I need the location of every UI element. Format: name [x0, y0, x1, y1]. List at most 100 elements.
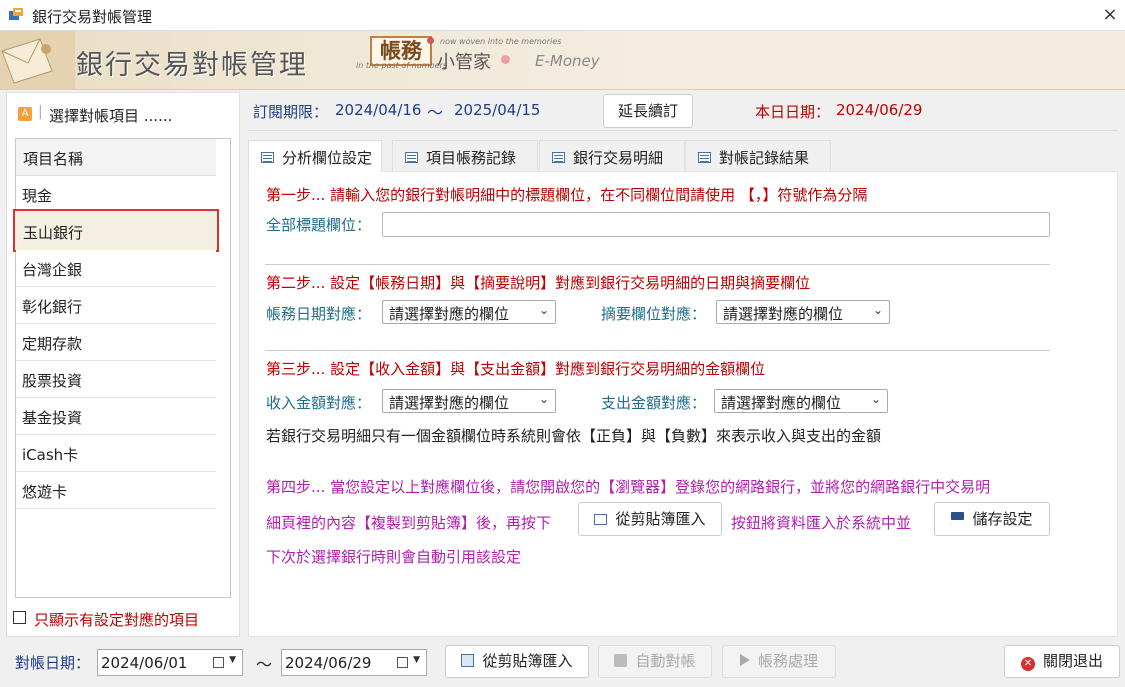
list-item[interactable]: 現金: [16, 176, 216, 213]
logo-tagline: now woven into the memories: [440, 37, 562, 46]
button-label: 帳務處理: [757, 652, 818, 670]
logo-emoney: E-Money: [535, 52, 600, 70]
summary-map-select[interactable]: 請選擇對應的欄位 ⌄: [716, 300, 890, 324]
panel-a-icon: A: [18, 107, 32, 121]
select-value: 請選擇對應的欄位: [723, 305, 844, 323]
calendar-icon: [213, 657, 224, 668]
divider: [265, 350, 1050, 351]
button-label: 從剪貼簿匯入: [482, 652, 573, 670]
step2-text: 第二步... 設定【帳務日期】與【摘要說明】對應到銀行交易明細的日期與摘要欄位: [266, 274, 811, 292]
step4-text-line2: 細頁裡的內容【複製到剪貼簿】後，再按下: [266, 514, 552, 532]
today-value: 2024/06/29: [836, 101, 923, 119]
summary-map-label: 摘要欄位對應：: [601, 305, 707, 323]
button-label: 自動對帳: [635, 652, 696, 670]
chevron-down-icon: ⌄: [872, 303, 883, 317]
only-mapped-checkbox[interactable]: [13, 611, 26, 624]
form-icon: [552, 152, 565, 163]
auto-icon: [614, 654, 628, 667]
button-label: 關閉退出: [1042, 652, 1103, 670]
list-item[interactable]: iCash卡: [16, 435, 216, 472]
list-item-selected[interactable]: 玉山銀行: [13, 209, 219, 252]
all-fields-input[interactable]: [382, 212, 1050, 237]
list-item[interactable]: 定期存款: [16, 324, 216, 361]
form-icon: [261, 152, 274, 163]
calendar-icon: [397, 657, 408, 668]
paste-import-button[interactable]: 從剪貼簿匯入: [578, 502, 722, 536]
only-mapped-label[interactable]: 只顯示有設定對應的項目: [34, 609, 199, 630]
step1-text: 第一步... 請輸入您的銀行對帳明細中的標題欄位，在不同欄位間請使用 【，】符號…: [266, 186, 868, 204]
income-map-label: 收入金額對應：: [266, 394, 372, 412]
list-item[interactable]: 台灣企銀: [16, 250, 216, 287]
save-settings-button[interactable]: 儲存設定: [934, 502, 1050, 536]
exit-button[interactable]: ✕ 關閉退出: [1004, 645, 1120, 678]
tab-label: 銀行交易明細: [573, 149, 664, 167]
chevron-down-icon: ⌄: [538, 303, 549, 317]
date-to-picker[interactable]: 2024/06/29 ▼: [281, 649, 427, 676]
list-item[interactable]: 悠遊卡: [16, 472, 216, 509]
step4-text-line3: 下次於選擇銀行時則會自動引用該設定: [266, 548, 522, 566]
form-icon: [698, 152, 711, 163]
divider: [265, 264, 1050, 265]
logo-tagline-2: in the past of numbers: [356, 61, 447, 70]
date-value: 2024/06/01: [101, 654, 188, 672]
select-value: 請選擇對應的欄位: [721, 394, 842, 412]
button-label: 儲存設定: [972, 510, 1033, 528]
process-button[interactable]: 帳務處理: [722, 645, 836, 678]
list-item[interactable]: 股票投資: [16, 361, 216, 398]
reconcile-date-label: 對帳日期：: [15, 654, 91, 672]
date-tilde: ～: [256, 655, 273, 674]
title-bar: [0, 0, 1125, 31]
auto-reconcile-button[interactable]: 自動對帳: [598, 645, 712, 678]
chevron-down-icon: ▼: [229, 655, 236, 665]
select-value: 請選擇對應的欄位: [389, 394, 510, 412]
expense-map-select[interactable]: 請選擇對應的欄位 ⌄: [714, 389, 888, 413]
list-item[interactable]: 彰化銀行: [16, 287, 216, 324]
date-map-label: 帳務日期對應：: [266, 305, 372, 323]
list-header: 項目名稱: [16, 139, 216, 176]
close-circle-icon: ✕: [1020, 657, 1035, 671]
select-value: 請選擇對應的欄位: [389, 305, 510, 323]
list-item[interactable]: 基金投資: [16, 398, 216, 435]
expense-map-label: 支出金額對應：: [601, 394, 707, 412]
button-label: 從剪貼簿匯入: [615, 510, 706, 528]
banner-title: 銀行交易對帳管理: [76, 50, 308, 81]
step4-text-line1: 第四步... 當您設定以上對應欄位後，請您開啟您的【瀏覽器】登錄您的網路銀行，並…: [266, 478, 991, 496]
tab-reconcile-results[interactable]: 對帳記錄結果: [685, 140, 831, 171]
all-fields-label: 全部標題欄位：: [266, 216, 372, 234]
form-icon: [594, 514, 608, 525]
tab-label: 分析欄位設定: [282, 149, 373, 167]
date-map-select[interactable]: 請選擇對應的欄位 ⌄: [382, 300, 556, 324]
tab-item-records[interactable]: 項目帳務記錄: [392, 140, 538, 171]
envelope-art-icon: [0, 31, 75, 89]
date-from-picker[interactable]: 2024/06/01 ▼: [97, 649, 243, 676]
chevron-down-icon: ▼: [413, 655, 420, 665]
income-map-select[interactable]: 請選擇對應的欄位 ⌄: [382, 389, 556, 413]
date-value: 2024/06/29: [285, 654, 372, 672]
panel-title: 選擇對帳項目 ......: [49, 107, 173, 125]
banner: 銀行交易對帳管理 帳務 now woven into the memories …: [0, 31, 1125, 90]
tab-bank-transactions[interactable]: 銀行交易明細: [539, 140, 685, 171]
close-icon[interactable]: ×: [1100, 3, 1120, 27]
tab-label: 項目帳務記錄: [426, 149, 517, 167]
logo-dot-2: [501, 55, 510, 64]
subscription-tilde: ～: [427, 103, 444, 122]
extend-subscription-button[interactable]: 延長續訂: [603, 94, 693, 128]
amount-note: 若銀行交易明細只有一個金額欄位時系統則會依【正負】與【負數】來表示收入與支出的金…: [266, 427, 882, 445]
step3-text: 第三步... 設定【收入金額】與【支出金額】對應到銀行交易明細的金額欄位: [266, 360, 766, 378]
step4-text-line2b: 按鈕將資料匯入於系統中並: [731, 514, 912, 532]
divider: [248, 130, 1118, 131]
subscription-label: 訂閱期限：: [253, 103, 329, 121]
form-icon: [405, 152, 418, 163]
save-icon: [951, 512, 965, 525]
tab-label: 對帳記錄結果: [719, 149, 810, 167]
tab-field-settings[interactable]: 分析欄位設定: [248, 140, 382, 172]
panel-separator: |: [38, 104, 43, 120]
logo-name: 小管家: [437, 52, 491, 73]
play-icon: [739, 654, 750, 666]
window-title: 銀行交易對帳管理: [32, 8, 153, 26]
logo-dot: [427, 37, 434, 44]
today-label: 本日日期：: [755, 103, 831, 121]
subscription-start: 2024/04/16: [335, 101, 422, 119]
footer-paste-import-button[interactable]: 從剪貼簿匯入: [445, 645, 589, 678]
clipboard-icon: [461, 654, 475, 667]
